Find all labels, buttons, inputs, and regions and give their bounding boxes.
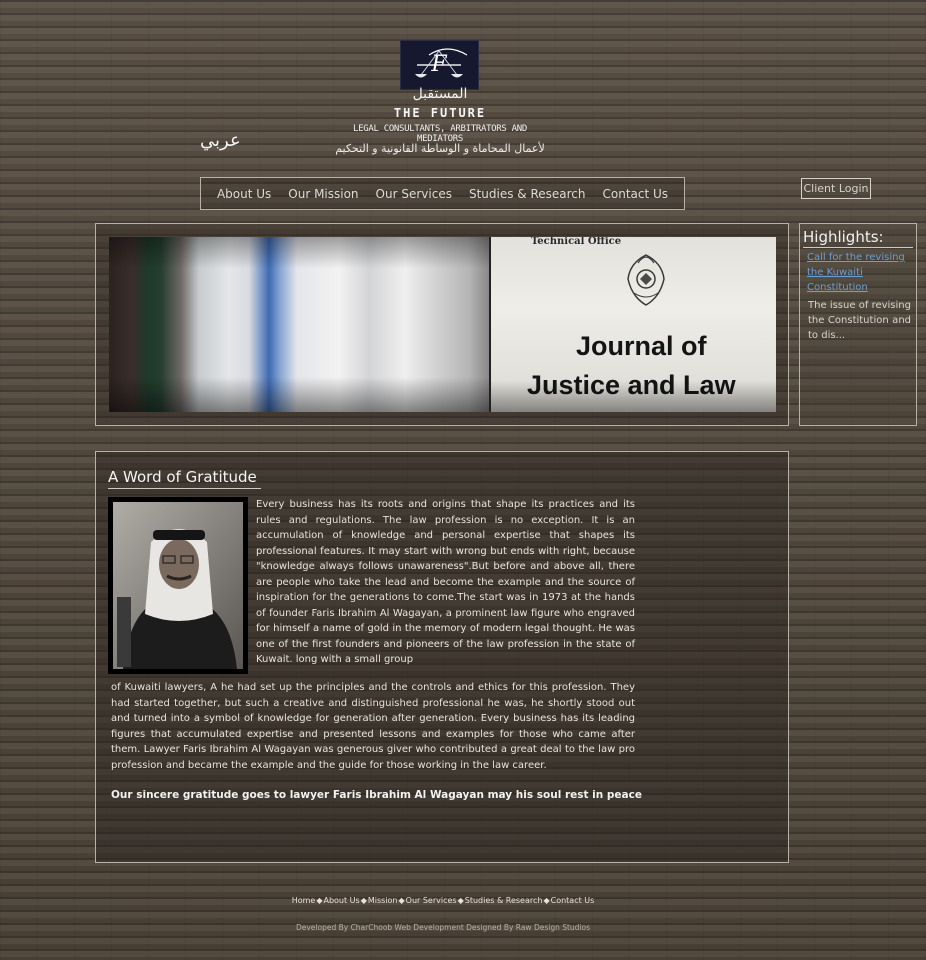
footer-contact-link[interactable]: Contact Us [551,896,595,905]
logo-name: THE FUTURE [393,106,487,120]
client-login-button[interactable]: Client Login [801,178,871,199]
highlight-excerpt: The issue of revising the Constitution a… [808,300,911,341]
technical-office-label: Technical Office [531,237,622,247]
logo-tagline: LEGAL CONSULTANTS, ARBITRATORS AND MEDIA… [352,124,528,144]
nav-our-services[interactable]: Our Services [376,187,452,201]
footer-about-link[interactable]: About Us [323,896,359,905]
journal-title-line1: Journal of [576,331,707,361]
highlights-title: Highlights: [803,228,913,248]
footer-separator: ◆ [316,896,323,905]
gratitude-statement: Our sincere gratitude goes to lawyer Far… [111,789,642,801]
journal-title-line2: Justice and Law [527,370,736,400]
footer-credit: Developed By CharChoob Web Development D… [295,923,591,932]
nav-about-us[interactable]: About Us [217,187,271,201]
nav-our-mission[interactable]: Our Mission [288,187,358,201]
article-title: A Word of Gratitude [108,468,261,489]
journal-cover: Technical Office Journal of Justice and … [489,237,776,412]
article-paragraph-1: Every business has its roots and origins… [256,499,635,665]
article-panel: A Word of Gratitude Every business has i… [95,451,789,863]
footer-home-link[interactable]: Home [292,896,316,905]
arabic-language-link[interactable]: عربي [200,130,241,151]
banner: Technical Office Journal of Justice and … [95,223,789,426]
footer-services-link[interactable]: Our Services [406,896,457,905]
footer-separator: ◆ [360,896,367,905]
nav-contact-us[interactable]: Contact Us [603,187,669,201]
nav-studies-research[interactable]: Studies & Research [469,187,586,201]
founder-portrait [108,497,248,674]
footer-mission-link[interactable]: Mission [368,896,398,905]
logo-icon[interactable]: F [400,40,479,90]
footer-nav: Home◆About Us◆Mission◆Our Services◆Studi… [0,896,886,905]
highlights-panel: Highlights: Call for the revising the Ku… [799,223,917,426]
highlight-link[interactable]: Call for the revising the Kuwaiti Consti… [807,250,911,295]
kuwait-emblem-icon [627,254,665,306]
banner-image: Technical Office Journal of Justice and … [109,237,776,412]
books-image [109,237,489,412]
logo-tagline-arabic: لأعمال المحاماة و الوساطة القانونية و ال… [335,142,545,155]
footer-separator: ◆ [398,896,405,905]
article-paragraph-2: of Kuwaiti lawyers, A he had set up the … [111,682,635,771]
svg-text:F: F [430,52,447,77]
logo-arabic-text: المستقبل [412,86,468,102]
footer-separator: ◆ [457,896,464,905]
main-nav: About Us Our Mission Our Services Studie… [200,177,685,210]
footer-studies-link[interactable]: Studies & Research [465,896,543,905]
footer-separator: ◆ [543,896,550,905]
